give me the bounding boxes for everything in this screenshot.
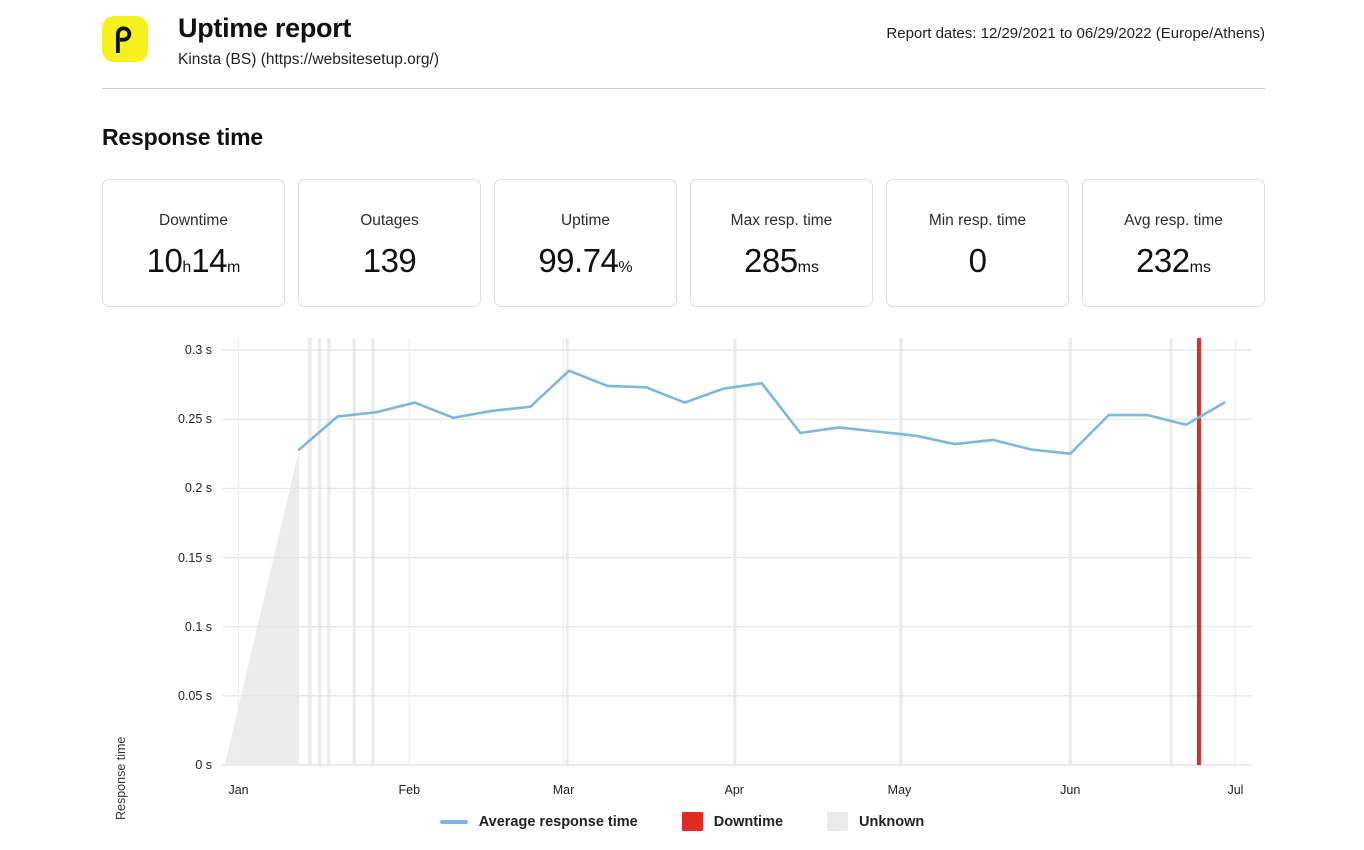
legend-swatch-line-icon [439, 819, 468, 824]
stat-label: Downtime [159, 211, 228, 229]
y-axis-tick-label: 0.25 s [177, 412, 212, 427]
stat-label: Min resp. time [928, 211, 1027, 229]
stat-value: 99.74% [538, 242, 632, 280]
stat-card-avg-resp-time: Avg resp. time 232 ms [1082, 179, 1265, 307]
report-dates: Report dates: 12/29/2021 to 06/29/2022 (… [886, 25, 1265, 42]
response-time-chart: Response time 0 s 0.05 s 0.1 s 0.15 s 0.2 s0… [0, 320, 1364, 850]
stat-label: Max resp. time [730, 211, 833, 229]
header-divider [102, 88, 1265, 89]
stat-number: 0 [968, 241, 987, 279]
stat-value: 285 ms [744, 242, 819, 280]
page-title: Uptime report [178, 13, 352, 43]
y-axis-tick-label: 0.05 s [177, 688, 212, 703]
x-axis-tick-label: Jul [1227, 783, 1244, 797]
stat-card-min-resp-time: Min resp. time 0 [886, 179, 1069, 307]
stat-value: 139 [363, 242, 417, 280]
stat-unit: % [618, 258, 633, 276]
stat-unit: ms [797, 258, 819, 276]
stat-unit: h [182, 258, 192, 276]
stat-card-max-resp-time: Max resp. time 285 ms [690, 179, 873, 307]
stat-number: 139 [362, 241, 417, 279]
y-axis-tick-label: 0.3 s [184, 343, 212, 357]
section-title: Response time [102, 124, 264, 150]
logo-container [102, 10, 154, 62]
x-axis-tick-label: May [887, 783, 912, 797]
y-axis-tick-label: 0.1 s [184, 619, 212, 634]
stat-value: 10 h 14 m [147, 242, 241, 280]
stat-value: 0 [969, 242, 987, 280]
stat-label: Outages [360, 211, 419, 229]
stat-number: 10 [146, 241, 183, 279]
stat-label: Avg resp. time [1124, 211, 1223, 229]
y-axis-tick-label: 0.2 s [184, 481, 212, 496]
y-axis-tick-label: 0 s [195, 758, 212, 772]
stat-card-uptime: Uptime 99.74% [494, 179, 677, 307]
stat-label: Uptime [560, 211, 611, 229]
x-axis-tick-label: Feb [398, 783, 421, 797]
y-axis-tick-label: 0.15 s [177, 550, 212, 565]
legend-item-unknown: Unknown [827, 812, 924, 831]
stat-number-2: 14 [191, 241, 227, 279]
x-axis-tick-label: Jan [228, 783, 249, 797]
stat-number: 99.74 [538, 241, 619, 279]
report-subtitle: Kinsta (BS) (https://websitesetup.org/) [178, 51, 440, 68]
legend-label: Average response time [478, 813, 638, 830]
x-axis-tick-label: Jun [1060, 783, 1081, 797]
stat-cards: Downtime 10 h 14 m Outages 139 Uptime 99.74… [102, 179, 1265, 307]
stat-number: 232 [1136, 241, 1190, 279]
stat-unit-2: m [227, 258, 241, 276]
pingdom-p-logo-icon [102, 16, 148, 62]
report-header: Uptime report Kinsta (BS) (https://websi… [102, 10, 1265, 80]
title-block: Uptime report Kinsta (BS) (https://websi… [154, 10, 439, 71]
x-axis-tick-label: Mar [552, 783, 575, 797]
legend-swatch-box-icon [827, 812, 849, 831]
legend-swatch-box-icon [681, 812, 703, 831]
stat-number: 285 [744, 241, 798, 279]
x-axis-tick-label: Apr [724, 783, 744, 797]
legend-item-average-response-time: Average response time [439, 813, 638, 830]
stat-card-outages: Outages 139 [298, 179, 481, 307]
legend-label: Unknown [859, 813, 925, 830]
legend-label: Downtime [713, 813, 784, 830]
stat-unit: ms [1189, 258, 1211, 276]
stat-card-downtime: Downtime 10 h 14 m [102, 179, 285, 307]
chart-legend: Average response time Downtime Unknown [0, 812, 1364, 831]
stat-value: 232 ms [1136, 242, 1211, 280]
uptime-report-page: Uptime report Kinsta (BS) (https://websi… [0, 0, 1364, 850]
legend-item-downtime: Downtime [681, 812, 784, 831]
